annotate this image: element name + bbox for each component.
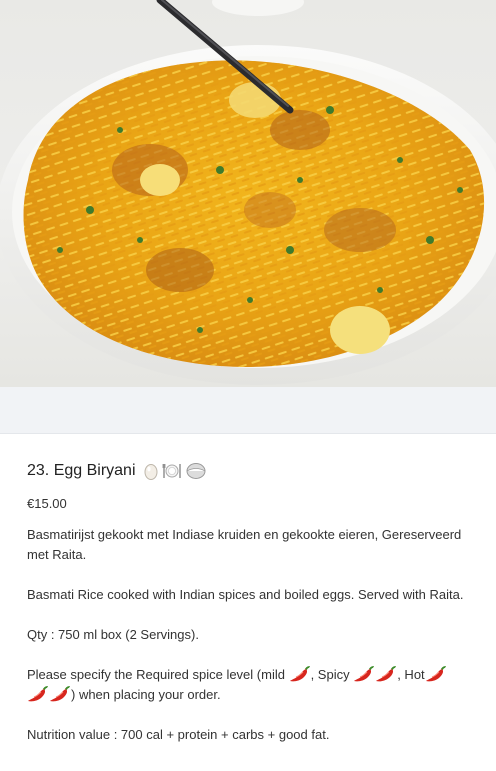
product-image xyxy=(0,0,496,387)
spice-suffix: ) when placing your order. xyxy=(71,687,221,702)
spice-spicy-label: , Spicy xyxy=(310,667,354,682)
nutrition-info: Nutrition value : 700 cal + protein + ca… xyxy=(27,727,330,742)
title-emoji-group xyxy=(144,462,206,480)
product-title-text: 23. Egg Biryani xyxy=(27,462,136,479)
product-title: 23. Egg Biryani xyxy=(27,459,467,483)
spice-prefix: Please specify the Required spice level … xyxy=(27,667,289,682)
plate-cutlery-icon xyxy=(162,464,181,478)
chili-pepper-icon xyxy=(425,666,446,682)
egg-icon xyxy=(144,464,158,480)
quantity-info: Qty : 750 ml box (2 Servings). xyxy=(27,627,199,642)
image-divider-band xyxy=(0,387,496,434)
chili-pepper-icon xyxy=(50,686,70,702)
spice-hot-label: , Hot xyxy=(397,667,425,682)
description-english: Basmati Rice cooked with Indian spices a… xyxy=(27,587,464,602)
spice-level-note: Please specify the Required spice level … xyxy=(27,665,467,705)
chili-pepper-icon xyxy=(289,666,310,682)
description-dutch: Basmatirijst gekookt met Indiase kruiden… xyxy=(27,527,462,562)
chili-pepper-icon xyxy=(28,686,48,702)
product-detail-page: 23. Egg Biryani €15.00 Basmatirijst geko… xyxy=(0,0,496,771)
product-info: 23. Egg Biryani €15.00 Basmatirijst geko… xyxy=(27,459,467,745)
mild-chili-group xyxy=(289,666,311,682)
chili-pepper-icon xyxy=(376,666,397,682)
chili-pepper-icon xyxy=(354,666,375,682)
spicy-chili-group xyxy=(353,666,397,682)
product-price: €15.00 xyxy=(27,496,67,511)
takeaway-container-icon xyxy=(186,463,206,479)
